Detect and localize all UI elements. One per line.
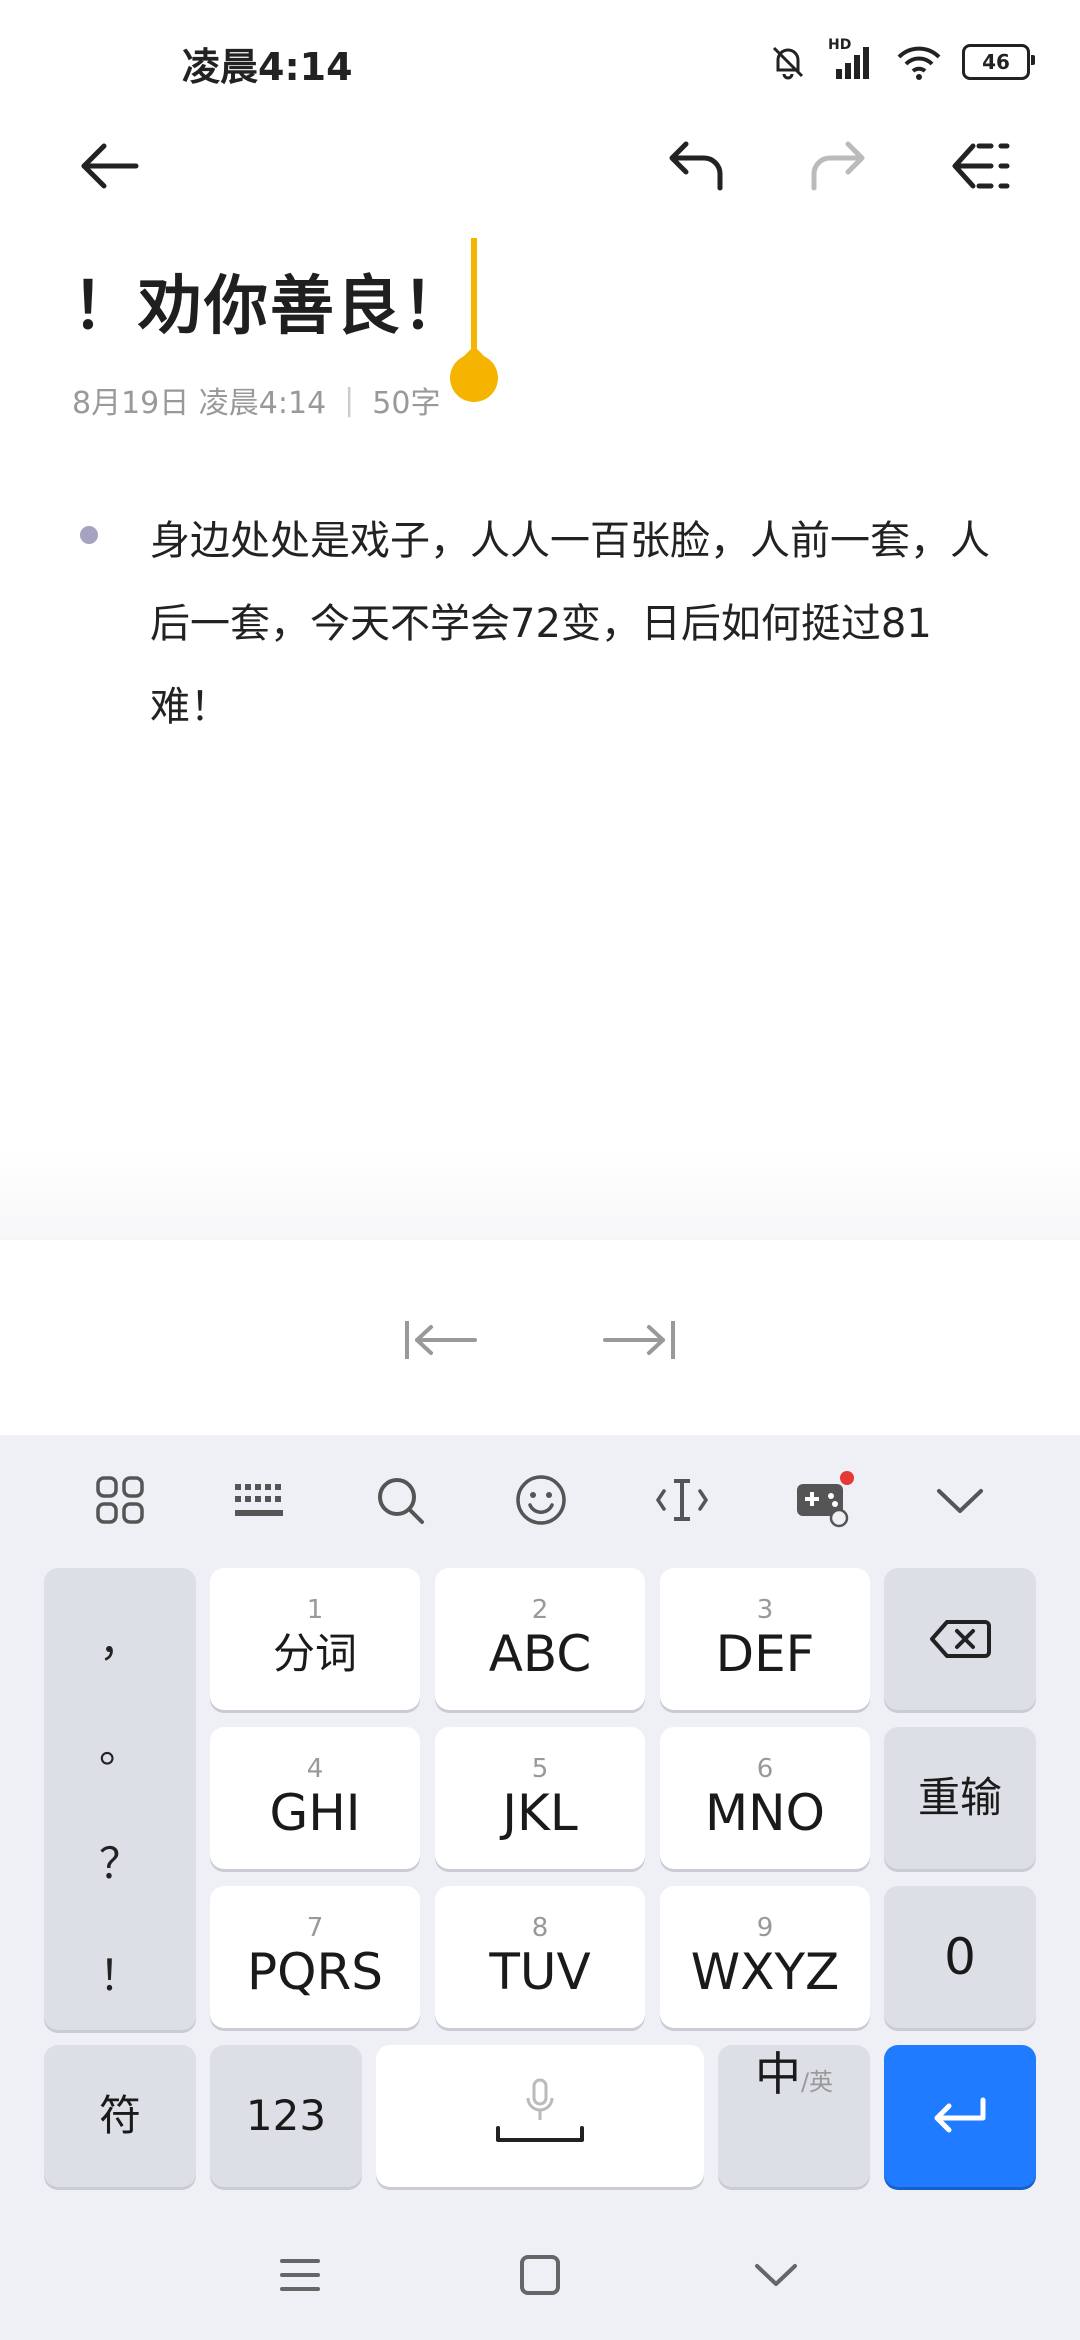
lang-alt-label: /英 — [800, 2068, 834, 2096]
key-num: 5 — [531, 1754, 549, 1784]
gamepad-icon — [797, 1471, 854, 1528]
punct-exclamation[interactable]: ！ — [44, 1942, 196, 2003]
note-body-text[interactable]: 身边处处是戏子，人人一百张脸，人前一套，人后一套，今天不学会72变，日后如何挺过… — [150, 500, 1010, 749]
text-cursor-icon — [655, 1479, 709, 1521]
microphone-icon — [526, 2078, 554, 2120]
kb-search-button[interactable] — [360, 1460, 440, 1540]
space-bar-icon — [496, 2126, 584, 2142]
undo-button[interactable] — [660, 130, 732, 202]
punct-comma[interactable]: ， — [44, 1608, 196, 1669]
kb-layout-button[interactable] — [219, 1460, 299, 1540]
keyboard-icon — [235, 1484, 283, 1516]
grid-icon — [96, 1476, 144, 1524]
note-meta: 8月19日 凌晨4:14 | 50字 — [72, 378, 440, 422]
key-label: ABC — [488, 1625, 592, 1683]
kb-emoji-button[interactable] — [501, 1460, 581, 1540]
space-key[interactable] — [376, 2045, 704, 2187]
square-icon — [520, 2255, 560, 2295]
key-num: 3 — [756, 1595, 774, 1625]
numbers-key[interactable]: 123 — [210, 2045, 362, 2187]
backspace-key[interactable] — [884, 1568, 1036, 1710]
chevron-down-icon — [755, 2264, 797, 2286]
nav-back-button[interactable] — [736, 2240, 816, 2310]
key-label: 重输 — [917, 1773, 1002, 1822]
nav-home-button[interactable] — [500, 2240, 580, 2310]
lang-main-label: 中 — [754, 2047, 801, 2101]
punct-question[interactable]: ？ — [44, 1830, 196, 1891]
key-1[interactable]: 1 分词 — [210, 1568, 420, 1710]
key-num: 2 — [531, 1595, 549, 1625]
key-label: 0 — [944, 1928, 976, 1986]
outdent-button[interactable] — [396, 1300, 486, 1380]
status-icons: HD 46 — [768, 37, 1035, 84]
status-time: 凌晨4:14 — [182, 45, 353, 89]
backspace-icon — [930, 1620, 991, 1658]
menu-icon — [280, 2259, 320, 2291]
text-cursor-handle[interactable] — [448, 238, 500, 412]
key-label: 分词 — [272, 1629, 357, 1678]
note-title[interactable]: ！劝你善良！ — [72, 255, 468, 347]
key-label: MNO — [705, 1784, 825, 1842]
editor-fade — [0, 1150, 1080, 1240]
wifi-icon — [897, 46, 941, 80]
outdent-icon — [405, 1321, 477, 1359]
menu-collapse-icon — [952, 143, 1010, 189]
note-date: 8月19日 凌晨4:14 — [72, 386, 327, 421]
key-6[interactable]: 6 MNO — [660, 1727, 870, 1869]
key-4[interactable]: 4 GHI — [210, 1727, 420, 1869]
key-9[interactable]: 9 WXYZ — [660, 1886, 870, 2028]
enter-icon — [934, 2097, 986, 2133]
word-count: 50字 — [372, 386, 441, 421]
key-label: 123 — [245, 2091, 327, 2140]
key-label: WXYZ — [690, 1943, 840, 2001]
key-num: 7 — [306, 1913, 324, 1943]
battery-icon: 46 — [962, 44, 1035, 80]
key-8[interactable]: 8 TUV — [435, 1886, 645, 2028]
key-0[interactable]: 0 — [884, 1886, 1036, 2028]
reenter-key[interactable]: 重输 — [884, 1727, 1036, 1869]
key-3[interactable]: 3 DEF — [660, 1568, 870, 1710]
meta-separator: | — [344, 382, 355, 418]
punctuation-column: ， 。 ？ ！ — [44, 1568, 196, 2030]
signal-icon: HD — [828, 37, 876, 81]
chevron-down-icon — [937, 1489, 983, 1513]
key-label: JKL — [502, 1784, 578, 1842]
arrow-left-icon — [81, 143, 139, 189]
bullet-point — [80, 526, 98, 544]
enter-key[interactable] — [884, 2045, 1036, 2187]
redo-icon — [811, 141, 865, 191]
key-num: 4 — [306, 1754, 324, 1784]
indent-button[interactable] — [594, 1300, 684, 1380]
kb-game-button[interactable] — [783, 1460, 863, 1540]
key-label: TUV — [489, 1943, 591, 2001]
emoji-icon — [516, 1475, 566, 1525]
language-switch-key[interactable]: 中 /英 — [718, 2045, 870, 2187]
key-label: DEF — [715, 1625, 815, 1683]
key-label: 符 — [98, 2091, 141, 2140]
indent-toolbar — [0, 1240, 1080, 1435]
key-2[interactable]: 2 ABC — [435, 1568, 645, 1710]
key-num: 9 — [756, 1913, 774, 1943]
key-num: 8 — [531, 1913, 549, 1943]
key-label: GHI — [269, 1784, 361, 1842]
key-5[interactable]: 5 JKL — [435, 1727, 645, 1869]
kb-cursor-button[interactable] — [642, 1460, 722, 1540]
mute-bell-icon — [772, 46, 804, 80]
kb-apps-button[interactable] — [80, 1460, 160, 1540]
key-label: PQRS — [247, 1943, 383, 2001]
indent-icon — [603, 1321, 675, 1359]
undo-icon — [669, 141, 723, 191]
battery-level: 46 — [982, 50, 1010, 74]
key-7[interactable]: 7 PQRS — [210, 1886, 420, 2028]
back-button[interactable] — [74, 130, 146, 202]
nav-menu-button[interactable] — [260, 2240, 340, 2310]
punct-period[interactable]: 。 — [44, 1714, 196, 1775]
kb-hide-button[interactable] — [920, 1460, 1000, 1540]
key-num: 1 — [306, 1595, 324, 1625]
more-options-button[interactable] — [944, 130, 1016, 202]
redo-button[interactable] — [802, 130, 874, 202]
symbols-key[interactable]: 符 — [44, 2045, 196, 2187]
search-icon — [378, 1478, 424, 1524]
key-num: 6 — [756, 1754, 774, 1784]
